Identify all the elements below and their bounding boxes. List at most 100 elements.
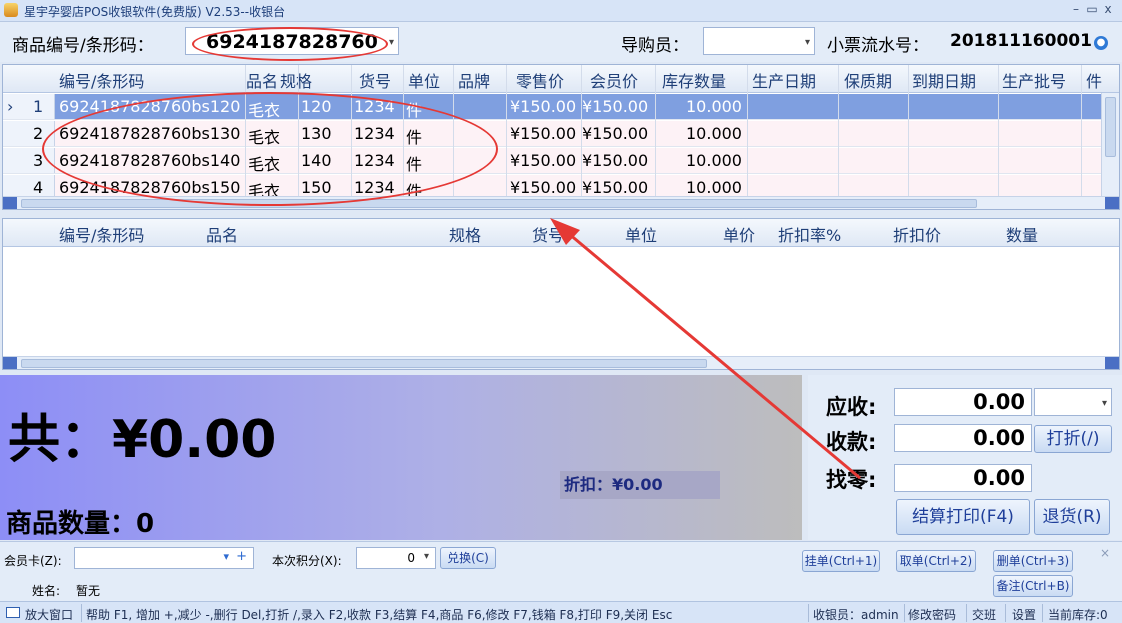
cell-stock: 10.000: [686, 124, 742, 143]
handover-button[interactable]: 交班: [972, 606, 996, 623]
close-icon[interactable]: ×: [1100, 546, 1110, 560]
col-shelf-life[interactable]: 保质期: [844, 68, 892, 92]
cell-sku: 1234: [354, 178, 395, 197]
chevron-down-icon[interactable]: ▾: [389, 37, 394, 48]
cell-member: ¥150.00: [582, 97, 649, 116]
member-name-label: 姓名:: [32, 584, 61, 598]
minimize-button[interactable]: –: [1068, 1, 1084, 17]
chevron-down-icon[interactable]: ▾: [1102, 398, 1107, 409]
status-bar: 放大窗口 帮助 F1, 增加 +,减少 -,删行 Del,打折 /,录入 F2,…: [0, 601, 1122, 623]
cell-retail: ¥150.00: [510, 151, 577, 170]
member-card-label: 会员卡(Z):: [4, 554, 62, 568]
change-field[interactable]: 0.00: [894, 464, 1032, 492]
col-unit[interactable]: 单位: [408, 68, 440, 92]
maximize-button[interactable]: ▭: [1084, 1, 1100, 17]
cart-col-unit[interactable]: 单位: [625, 222, 657, 246]
refresh-icon[interactable]: ●: [1094, 36, 1108, 50]
received-field[interactable]: 0.00: [894, 424, 1032, 452]
payment-method-select[interactable]: ▾: [1034, 388, 1112, 416]
cell-unit: 件: [406, 101, 423, 120]
col-sku[interactable]: 货号: [359, 68, 391, 92]
current-stock: 当前库存:0: [1048, 608, 1108, 622]
col-brand[interactable]: 品牌: [458, 68, 490, 92]
member-card-input[interactable]: ▾ +: [74, 547, 254, 569]
cart-col-price[interactable]: 单价: [723, 222, 755, 246]
col-stock[interactable]: 库存数量: [662, 68, 726, 92]
payment-panel: 应收: 0.00 ▾ 收款: 0.00 打折(/) 找零: 0.00 结算打印(…: [808, 375, 1122, 540]
cart-col-sku[interactable]: 货号: [532, 222, 564, 246]
cart-grid: 编号/条形码 品名 规格 货号 单位 单价 折扣率% 折扣价 数量: [2, 218, 1120, 370]
enlarge-window-button[interactable]: 放大窗口: [25, 606, 73, 623]
product-grid: 编号/条形码 品名 规格 货号 单位 品牌 零售价 会员价 库存数量 生产日期 …: [2, 64, 1120, 210]
cart-col-spec[interactable]: 规格: [449, 222, 481, 246]
cart-col-discount-rate[interactable]: 折扣率%: [778, 222, 841, 246]
col-name[interactable]: 品名: [246, 68, 278, 92]
add-member-icon[interactable]: +: [236, 549, 247, 564]
col-spec[interactable]: 规格: [280, 68, 312, 92]
cell-spec: 140: [301, 151, 332, 170]
cell-stock: 10.000: [686, 178, 742, 197]
col-retail[interactable]: 零售价: [516, 68, 564, 92]
close-button[interactable]: x: [1100, 1, 1116, 17]
cell-sku: 1234: [354, 97, 395, 116]
discount-amount: 折扣：¥0.00: [560, 471, 720, 499]
total-quantity: 商品数量：0: [6, 509, 155, 539]
checkout-print-button[interactable]: 结算打印(F4): [896, 499, 1030, 535]
cashier-info: 收银员：admin: [813, 608, 899, 622]
cart-col-quantity[interactable]: 数量: [1006, 222, 1038, 246]
return-button[interactable]: 退货(R): [1034, 499, 1110, 535]
settings-button[interactable]: 设置: [1012, 606, 1036, 623]
chevron-down-icon[interactable]: ▾: [805, 37, 810, 48]
row-number: 2: [33, 124, 44, 143]
change-password-button[interactable]: 修改密码: [908, 606, 956, 623]
cell-retail: ¥150.00: [510, 178, 577, 197]
cart-col-name[interactable]: 品名: [206, 222, 238, 246]
receipt-number: 201811160001: [950, 31, 1092, 51]
title-bar: 星宇孕婴店POS收银软件(免费版) V2.53--收银台 – ▭ x: [0, 0, 1122, 22]
cell-retail: ¥150.00: [510, 124, 577, 143]
cell-retail: ¥150.00: [510, 97, 577, 116]
received-label: 收款:: [826, 430, 877, 454]
note-button[interactable]: 备注(Ctrl+B): [993, 575, 1073, 597]
chevron-down-icon[interactable]: ▾: [424, 551, 429, 562]
receivable-field[interactable]: 0.00: [894, 388, 1032, 416]
chevron-down-icon[interactable]: ▾: [223, 550, 229, 563]
cart-col-code[interactable]: 编号/条形码: [59, 222, 144, 246]
discount-button[interactable]: 打折(/): [1034, 425, 1112, 453]
col-code[interactable]: 编号/条形码: [59, 68, 144, 92]
guide-select[interactable]: ▾: [703, 27, 815, 55]
product-grid-header: 编号/条形码 品名 规格 货号 单位 品牌 零售价 会员价 库存数量 生产日期 …: [3, 65, 1119, 93]
cell-name: 毛衣: [248, 128, 281, 147]
col-expiry[interactable]: 到期日期: [912, 68, 976, 92]
cell-sku: 1234: [354, 151, 395, 170]
row-pointer-icon: ›: [7, 97, 14, 116]
total-amount: 共：¥0.00: [8, 410, 277, 470]
table-row[interactable]: 3 6924187828760bs140 毛衣 140 1234 件 ¥150.…: [3, 148, 1105, 174]
window-title: 星宇孕婴店POS收银软件(免费版) V2.53--收银台: [24, 5, 286, 19]
redeem-button[interactable]: 兑换(C): [440, 547, 496, 569]
receivable-label: 应收:: [826, 395, 877, 419]
col-production-date[interactable]: 生产日期: [752, 68, 816, 92]
row-number: 4: [33, 178, 44, 197]
cell-stock: 10.000: [686, 97, 742, 116]
cell-code: 6924187828760bs140: [59, 151, 241, 170]
cell-spec: 130: [301, 124, 332, 143]
cart-col-discount-price[interactable]: 折扣价: [893, 222, 941, 246]
hold-order-button[interactable]: 挂单(Ctrl+1): [802, 550, 880, 572]
retrieve-order-button[interactable]: 取单(Ctrl+2): [896, 550, 976, 572]
points-label: 本次积分(X):: [272, 554, 342, 568]
row-number: 1: [33, 97, 44, 116]
product-vertical-scrollbar[interactable]: [1101, 93, 1119, 197]
col-batch[interactable]: 生产批号: [1002, 68, 1066, 92]
col-member[interactable]: 会员价: [590, 68, 638, 92]
cart-horizontal-scrollbar[interactable]: [3, 356, 1119, 369]
cell-member: ¥150.00: [582, 124, 649, 143]
window-icon[interactable]: [6, 607, 20, 618]
table-row[interactable]: › 1 6924187828760bs120 毛衣 120 1234 件 ¥150…: [3, 94, 1105, 120]
col-pieces[interactable]: 件: [1086, 68, 1102, 92]
table-row[interactable]: 2 6924187828760bs130 毛衣 130 1234 件 ¥150.…: [3, 121, 1105, 147]
delete-order-button[interactable]: 删单(Ctrl+3): [993, 550, 1073, 572]
cell-member: ¥150.00: [582, 151, 649, 170]
guide-label: 导购员：: [621, 36, 689, 56]
product-horizontal-scrollbar[interactable]: [3, 196, 1119, 209]
